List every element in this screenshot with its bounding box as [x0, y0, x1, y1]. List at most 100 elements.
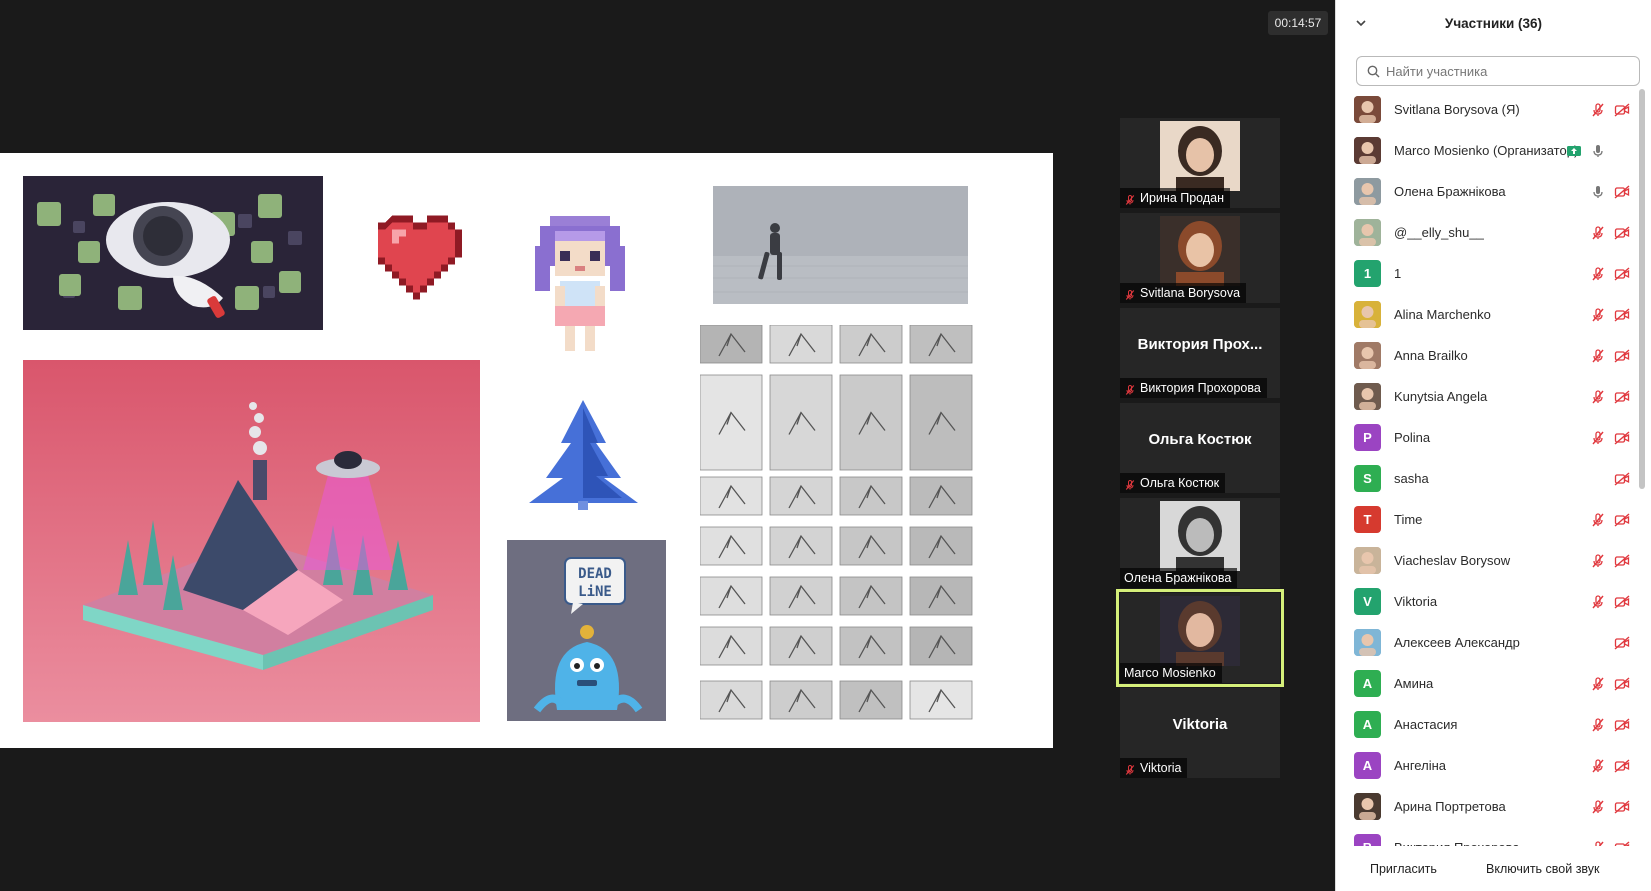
participant-row[interactable]: A Амина [1336, 663, 1636, 704]
avatar [1354, 178, 1381, 205]
mic-off-icon [1590, 676, 1606, 692]
video-tile[interactable]: Виктория Прох... Виктория Прохорова [1120, 308, 1280, 398]
avatar: A [1354, 752, 1381, 779]
participant-row[interactable]: Ssasha [1336, 458, 1636, 499]
storyboard-panel [700, 626, 763, 666]
video-tile[interactable]: Marco Mosienko [1116, 589, 1284, 687]
participant-status-icons [1590, 171, 1630, 212]
participant-list: Svitlana Borysova (Я) Marco Mosienko (Орг… [1336, 89, 1636, 846]
avatar: V [1354, 588, 1381, 615]
camera-off-icon [1614, 102, 1630, 118]
mic-off-icon [1590, 389, 1606, 405]
storyboard-panel [769, 526, 833, 566]
camera-off-icon [1614, 594, 1630, 610]
participant-row[interactable]: Kunytsia Angela [1336, 376, 1636, 417]
participant-status-icons [1590, 581, 1630, 622]
avatar-letter: A [1362, 676, 1373, 691]
participant-row[interactable]: Alina Marchenko [1336, 294, 1636, 335]
participant-name: Polina [1394, 430, 1431, 445]
participant-row[interactable]: Олена Бражнікова [1336, 171, 1636, 212]
avatar-letter: T [1363, 512, 1372, 527]
deadline-text-2: LiNE [578, 584, 612, 600]
participant-row[interactable]: Marco Mosienko (Организатор) [1336, 130, 1636, 171]
storyboard-panel [909, 476, 973, 516]
participant-scrollbar[interactable] [1638, 89, 1646, 846]
participant-row[interactable]: Anna Brailko [1336, 335, 1636, 376]
search-input[interactable] [1386, 63, 1626, 79]
participant-name: Арина Портретова [1394, 799, 1506, 814]
avatar-letter: P [1363, 430, 1372, 445]
storyboard-panel [700, 374, 763, 471]
participant-search[interactable] [1356, 56, 1640, 86]
tile-name: Ольга Костюк [1140, 476, 1220, 490]
camera-off-icon [1614, 553, 1630, 569]
participant-status-icons [1590, 786, 1630, 827]
avatar: S [1354, 465, 1381, 492]
camera-off-icon [1614, 184, 1630, 200]
participant-video [1160, 501, 1240, 571]
participants-panel: Участники (36) Svitlana Borysova (Я) Marc… [1335, 0, 1651, 891]
avatar-letter: A [1362, 717, 1373, 732]
tile-name: Svitlana Borysova [1140, 286, 1241, 300]
chevron-down-icon[interactable] [1354, 16, 1368, 30]
video-tile[interactable]: Ирина Продан [1120, 118, 1280, 208]
participant-row[interactable]: T Time [1336, 499, 1636, 540]
storyboard-panel [909, 680, 973, 720]
participant-name: Kunytsia Angela [1394, 389, 1488, 404]
participant-row[interactable]: P Polina [1336, 417, 1636, 458]
scroll-thumb[interactable] [1639, 89, 1645, 489]
participant-status-icons [1614, 622, 1630, 663]
participant-row[interactable]: Viacheslav Borysow [1336, 540, 1636, 581]
invite-button[interactable]: Пригласить [1370, 856, 1437, 882]
participant-row[interactable]: A Ангеліна [1336, 745, 1636, 786]
participant-row[interactable]: @__elly_shu__ [1336, 212, 1636, 253]
avatar: 1 [1354, 260, 1381, 287]
participant-row[interactable]: BВиктория Прохорова [1336, 827, 1636, 846]
participant-name: Marco Mosienko (Организатор) [1394, 143, 1579, 158]
mic-off-icon [1590, 594, 1606, 610]
avatar [1354, 793, 1381, 820]
camera-off-icon [1614, 307, 1630, 323]
participant-row[interactable]: A Анастасия [1336, 704, 1636, 745]
participant-name: @__elly_shu__ [1394, 225, 1484, 240]
storyboard-panel [909, 626, 973, 666]
participant-name: Ангеліна [1394, 758, 1446, 773]
unmute-self-button[interactable]: Включить свой звук [1486, 856, 1600, 882]
tile-name: Олена Бражнікова [1124, 571, 1232, 585]
participant-video [1160, 121, 1240, 191]
participant-status-icons [1590, 704, 1630, 745]
participant-row[interactable]: Арина Портретова [1336, 786, 1636, 827]
participant-name: Олена Бражнікова [1394, 184, 1506, 199]
storyboard-panel [700, 526, 763, 566]
participant-video [1160, 596, 1240, 666]
video-tile[interactable]: Олена Бражнікова [1120, 498, 1280, 588]
tile-name-tag: Виктория Прохорова [1120, 378, 1267, 398]
storyboard-panel [769, 374, 833, 471]
storyboard-panel [700, 680, 763, 720]
participant-row[interactable]: 11 [1336, 253, 1636, 294]
tile-name-tag: Marco Mosienko [1120, 663, 1222, 683]
mic-on-icon [1590, 184, 1606, 200]
eye-icons-illustration [23, 176, 323, 330]
camera-off-icon [1614, 389, 1630, 405]
mic-off-icon [1590, 348, 1606, 364]
participant-row[interactable]: Svitlana Borysova (Я) [1336, 89, 1636, 130]
tile-name-tag: Ирина Продан [1120, 188, 1231, 208]
screen-share-icon [1566, 143, 1582, 159]
camera-off-icon [1614, 266, 1630, 282]
shared-screen[interactable]: DEAD LiNE [0, 153, 1053, 748]
avatar [1354, 301, 1381, 328]
panel-header: Участники (36) [1336, 0, 1651, 46]
video-tile[interactable]: Viktoria Viktoria [1120, 688, 1280, 778]
storyboard-panel [909, 576, 973, 616]
video-tile[interactable]: Ольга Костюк Ольга Костюк [1120, 403, 1280, 493]
participant-row[interactable]: Алексеев Александр [1336, 622, 1636, 663]
video-tile[interactable]: Svitlana Borysova [1120, 213, 1280, 303]
mic-off-icon [1590, 799, 1606, 815]
storyboard-panel [769, 680, 833, 720]
participant-row[interactable]: V Viktoria [1336, 581, 1636, 622]
tile-name-tag: Svitlana Borysova [1120, 283, 1247, 303]
participant-name: 1 [1394, 266, 1402, 281]
camera-off-icon [1614, 348, 1630, 364]
tile-name: Marco Mosienko [1124, 666, 1216, 680]
